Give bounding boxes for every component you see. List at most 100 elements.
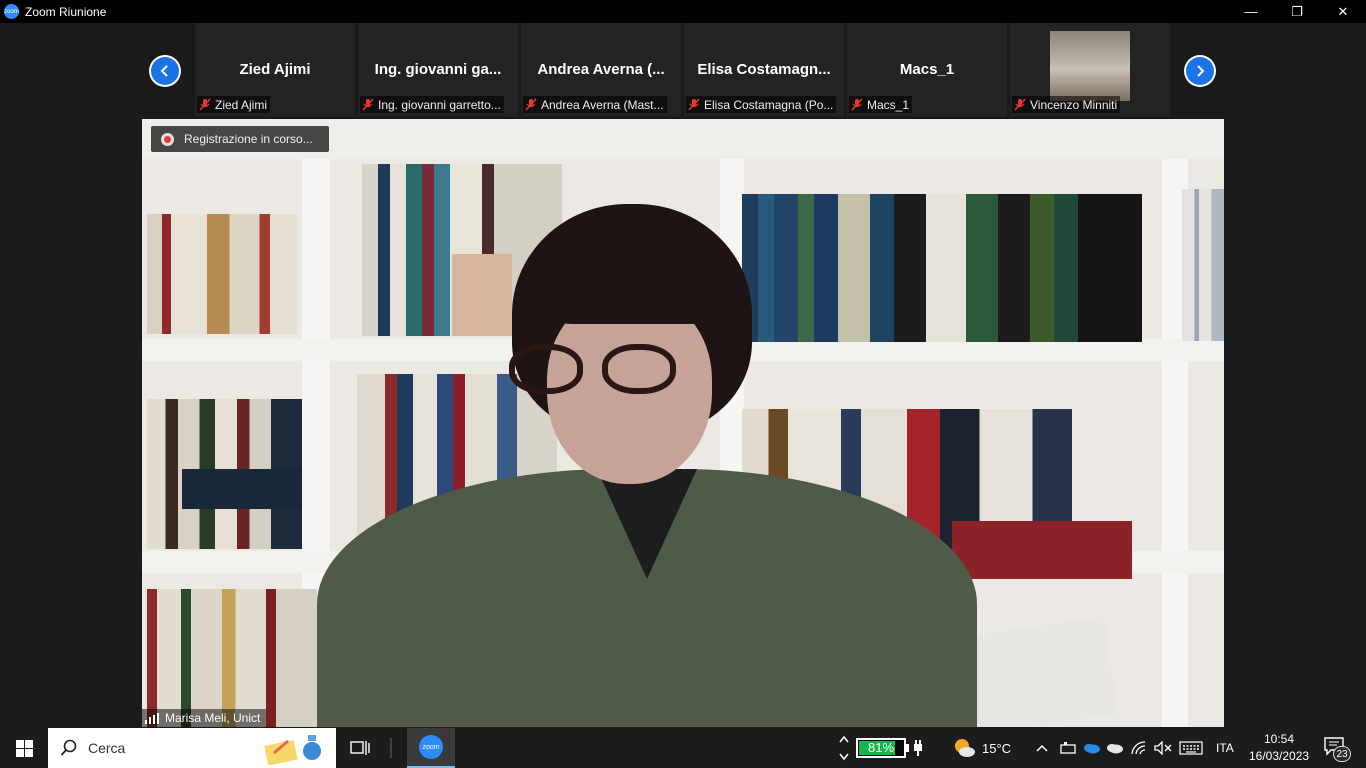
glasses-right-lens	[602, 344, 676, 394]
speaker-bangs	[532, 229, 732, 324]
participant-video-thumbnail	[1050, 31, 1130, 101]
restore-button[interactable]: ❐	[1274, 0, 1320, 23]
mic-muted-icon	[525, 98, 537, 111]
close-button[interactable]: ✕	[1320, 0, 1366, 23]
volume-button[interactable]	[1152, 728, 1174, 768]
mic-muted-icon	[688, 98, 700, 111]
notification-count-badge: 23	[1333, 746, 1351, 762]
keyboard-icon	[1179, 741, 1203, 755]
speaker-muted-icon	[1154, 741, 1172, 755]
zoom-logo-icon: zoom	[419, 735, 443, 759]
window-titlebar: zoom Zoom Riunione — ❐ ✕	[0, 0, 1366, 23]
mic-muted-icon	[1014, 98, 1026, 111]
participant-label-text: Zied Ajimi	[215, 97, 268, 112]
search-icon	[60, 739, 77, 756]
participant-label: Macs_1	[849, 96, 913, 113]
chevron-right-icon	[1197, 65, 1205, 77]
power-plug-icon	[914, 740, 922, 756]
participant-display-name: Elisa Costamagn...	[697, 61, 831, 78]
book-row	[147, 589, 317, 727]
battery-meter[interactable]: 81%	[856, 738, 909, 758]
battery-percent: 81%	[867, 740, 895, 755]
window-controls: — ❐ ✕	[1228, 0, 1366, 23]
participant-label: Ing. giovanni garretto...	[360, 96, 504, 113]
book-row	[147, 214, 297, 334]
chevron-updown-icon	[839, 735, 849, 761]
onedrive-personal-button[interactable]	[1104, 728, 1126, 768]
touch-keyboard-button[interactable]	[1178, 728, 1204, 768]
book-lying	[952, 521, 1132, 579]
windows-taskbar: Cerca zoom 81% 15°C ITA 10:54 16/03/2023…	[0, 728, 1366, 768]
participant-tile[interactable]: Ing. giovanni ga... Ing. giovanni garret…	[358, 23, 518, 116]
cloud-icon	[1107, 744, 1123, 754]
weather-temperature[interactable]: 15°C	[982, 741, 1011, 756]
taskbar-divider	[386, 728, 396, 768]
participant-tile[interactable]: Andrea Averna (... Andrea Averna (Mast..…	[521, 23, 681, 116]
previous-page-button[interactable]	[149, 55, 181, 87]
taskbar-scroll-arrows[interactable]	[836, 728, 852, 768]
mic-muted-icon	[362, 98, 374, 111]
participant-display-name: Macs_1	[899, 61, 955, 78]
recording-text: Registrazione in corso...	[184, 132, 313, 146]
book-stack	[182, 469, 302, 509]
mic-muted-icon	[199, 98, 211, 111]
next-page-button[interactable]	[1184, 55, 1216, 87]
power-plug-button[interactable]	[910, 728, 926, 768]
divider-icon	[390, 738, 392, 758]
task-view-button[interactable]	[348, 728, 372, 768]
input-language[interactable]: ITA	[1216, 741, 1234, 755]
onedrive-cloud-icon	[1084, 744, 1100, 754]
minimize-button[interactable]: —	[1228, 0, 1274, 23]
wifi-button[interactable]	[1128, 728, 1150, 768]
participant-label: Zied Ajimi	[197, 96, 271, 113]
zoom-app-icon: zoom	[4, 4, 19, 19]
participant-label: Vincenzo Minniti	[1012, 96, 1121, 113]
participant-label-text: Macs_1	[867, 97, 910, 112]
start-button[interactable]	[0, 728, 48, 768]
tray-device-button[interactable]	[1058, 728, 1078, 768]
participant-tile[interactable]: Elisa Costamagn... Elisa Costamagna (Po.…	[684, 23, 844, 116]
participant-tile[interactable]: Vincenzo Minniti	[1010, 23, 1170, 116]
participant-strip: Zied Ajimi Zied Ajimi Ing. giovanni ga..…	[0, 23, 1366, 118]
partly-cloudy-icon	[955, 739, 975, 757]
participant-tile[interactable]: Macs_1 Macs_1	[847, 23, 1007, 116]
connection-signal-icon	[145, 712, 159, 724]
notification-center-button[interactable]: 23	[1323, 736, 1353, 762]
clock-time[interactable]: 10:54	[1264, 732, 1294, 746]
book-row	[1182, 189, 1224, 341]
participant-label: Elisa Costamagna (Po...	[686, 96, 837, 113]
active-speaker-name: Marisa Meli, Unict	[165, 711, 261, 725]
taskbar-zoom-app[interactable]: zoom	[407, 728, 455, 768]
onedrive-button[interactable]	[1081, 728, 1103, 768]
search-highlight-illustration-icon	[264, 735, 321, 765]
participant-label: Andrea Averna (Mast...	[523, 96, 667, 113]
weather-button[interactable]	[950, 728, 978, 768]
usb-device-icon	[1060, 742, 1076, 754]
glasses-left-lens	[509, 344, 583, 394]
decorative-card	[452, 254, 512, 336]
clock-date[interactable]: 16/03/2023	[1249, 749, 1309, 763]
window-title: Zoom Riunione	[25, 4, 107, 19]
search-placeholder: Cerca	[88, 740, 126, 756]
active-speaker-label: Marisa Meli, Unict	[142, 709, 267, 727]
chevron-left-icon	[160, 65, 168, 77]
participant-display-name: Ing. giovanni ga...	[374, 61, 502, 78]
windows-logo-icon	[15, 739, 33, 757]
participant-display-name: Andrea Averna (...	[537, 61, 665, 78]
participant-label-text: Elisa Costamagna (Po...	[704, 97, 834, 112]
speaker-undershirt	[597, 469, 697, 579]
task-view-icon	[350, 741, 370, 755]
taskbar-search-box[interactable]: Cerca	[48, 728, 336, 768]
mic-muted-icon	[851, 98, 863, 111]
wifi-icon	[1131, 741, 1146, 755]
book-row	[742, 194, 1142, 342]
participant-tile[interactable]: Zied Ajimi Zied Ajimi	[195, 23, 355, 116]
chevron-up-icon	[1036, 744, 1048, 752]
participant-display-name: Zied Ajimi	[239, 61, 311, 78]
active-speaker-video[interactable]: Registrazione in corso... Marisa Meli, U…	[142, 119, 1224, 727]
recording-indicator[interactable]: Registrazione in corso...	[151, 126, 329, 152]
show-hidden-icons-button[interactable]	[1034, 728, 1050, 768]
record-icon	[161, 132, 174, 146]
participant-label-text: Vincenzo Minniti	[1030, 97, 1118, 112]
participant-label-text: Andrea Averna (Mast...	[541, 97, 664, 112]
